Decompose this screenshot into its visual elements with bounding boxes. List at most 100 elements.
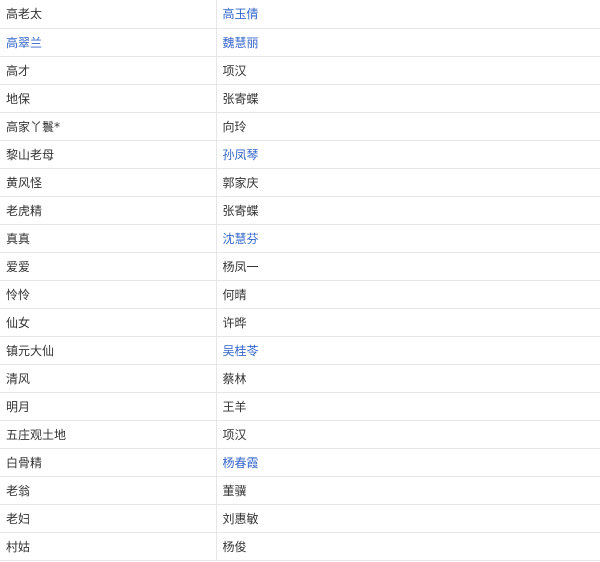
- actor-cell: 项汉: [216, 420, 600, 449]
- role-cell: 清风: [0, 364, 217, 393]
- actor-cell: 项汉: [216, 56, 600, 85]
- actor-name-link[interactable]: 沈慧芬: [223, 232, 259, 246]
- table-row: 白骨精 杨春霞: [0, 448, 600, 477]
- cast-table-body: 高老太 高玉倩 高翠兰 魏慧丽 高才 项汉 地保 张寄蝶 高家丫鬟* 向玲 黎山老母 孙凤琴 黄风怪 郭家…: [0, 0, 600, 561]
- actor-name: 许晔: [222, 315, 247, 330]
- role-name: 老妇: [6, 511, 31, 526]
- actor-name-link[interactable]: 高玉倩: [223, 7, 259, 21]
- role-cell: 爱爱: [0, 252, 217, 281]
- table-row: 老妇 刘惠敏: [0, 504, 600, 533]
- table-row: 高家丫鬟* 向玲: [0, 112, 600, 141]
- table-row: 清风 蔡林: [0, 364, 600, 393]
- role-name: 村姑: [6, 539, 31, 554]
- role-cell: 五庄观土地: [0, 420, 217, 449]
- role-cell: 村姑: [0, 532, 217, 561]
- role-name: 五庄观土地: [6, 427, 67, 442]
- actor-cell: 蔡林: [216, 364, 600, 393]
- table-row: 真真 沈慧芬: [0, 224, 600, 253]
- role-name: 清风: [6, 371, 31, 386]
- table-row: 爱爱 杨凤一: [0, 252, 600, 281]
- actor-name: 张寄蝶: [222, 203, 259, 218]
- table-row: 五庄观土地 项汉: [0, 420, 600, 449]
- role-name: 地保: [6, 91, 31, 106]
- actor-name: 郭家庆: [222, 175, 259, 190]
- actor-cell: 王羊: [216, 392, 600, 421]
- actor-cell: 杨春霞: [216, 448, 600, 477]
- role-name: 黎山老母: [6, 147, 55, 162]
- actor-name: 何晴: [222, 287, 247, 302]
- table-row: 高翠兰 魏慧丽: [0, 28, 600, 57]
- actor-cell: 沈慧芬: [216, 224, 600, 253]
- role-cell: 白骨精: [0, 448, 217, 477]
- table-row: 镇元大仙 吴桂苓: [0, 336, 600, 365]
- table-row: 村姑 杨俊: [0, 532, 600, 561]
- actor-name: 王羊: [222, 399, 247, 414]
- role-cell: 镇元大仙: [0, 336, 217, 365]
- role-name: 白骨精: [6, 455, 43, 470]
- actor-name-link[interactable]: 杨春霞: [223, 456, 259, 470]
- role-name: 怜怜: [6, 287, 31, 302]
- actor-cell: 吴桂苓: [216, 336, 600, 365]
- table-row: 黄风怪 郭家庆: [0, 168, 600, 197]
- table-row: 仙女 许晔: [0, 308, 600, 337]
- role-cell: 高才: [0, 56, 217, 85]
- role-cell: 老虎精: [0, 196, 217, 225]
- actor-cell: 董骥: [216, 476, 600, 505]
- role-name: 镇元大仙: [6, 343, 55, 358]
- actor-name: 项汉: [222, 63, 247, 78]
- actor-cell: 郭家庆: [216, 168, 600, 197]
- role-name: 高才: [6, 63, 31, 78]
- role-cell: 怜怜: [0, 280, 217, 309]
- table-row: 地保 张寄蝶: [0, 84, 600, 113]
- role-cell: 高老太: [0, 0, 217, 29]
- actor-name: 杨凤一: [222, 259, 259, 274]
- table-row: 高才 项汉: [0, 56, 600, 85]
- role-cell: 老妇: [0, 504, 217, 533]
- actor-cell: 何晴: [216, 280, 600, 309]
- role-name: 黄风怪: [6, 175, 43, 190]
- actor-cell: 向玲: [216, 112, 600, 141]
- table-row: 明月 王羊: [0, 392, 600, 421]
- actor-name-link[interactable]: 魏慧丽: [223, 36, 259, 50]
- actor-name: 项汉: [222, 427, 247, 442]
- role-cell: 地保: [0, 84, 217, 113]
- cast-table: 高老太 高玉倩 高翠兰 魏慧丽 高才 项汉 地保 张寄蝶 高家丫鬟* 向玲 黎山老母 孙凤琴 黄风怪 郭家…: [0, 0, 600, 561]
- actor-name: 张寄蝶: [222, 91, 259, 106]
- actor-cell: 许晔: [216, 308, 600, 337]
- role-name: 明月: [6, 399, 31, 414]
- role-name: 仙女: [6, 315, 31, 330]
- role-name: 老翁: [6, 483, 31, 498]
- actor-name: 董骥: [222, 483, 247, 498]
- table-row: 老虎精 张寄蝶: [0, 196, 600, 225]
- actor-name: 刘惠敏: [222, 511, 259, 526]
- role-cell: 明月: [0, 392, 217, 421]
- role-cell: 黎山老母: [0, 140, 217, 169]
- actor-cell: 孙凤琴: [216, 140, 600, 169]
- role-cell: 高翠兰: [0, 28, 217, 57]
- table-row: 老翁 董骥: [0, 476, 600, 505]
- actor-name-link[interactable]: 吴桂苓: [223, 344, 259, 358]
- actor-cell: 张寄蝶: [216, 84, 600, 113]
- role-cell: 高家丫鬟*: [0, 112, 217, 141]
- role-name: 老虎精: [6, 203, 43, 218]
- actor-cell: 张寄蝶: [216, 196, 600, 225]
- role-cell: 黄风怪: [0, 168, 217, 197]
- role-name: 高家丫鬟*: [6, 119, 61, 134]
- actor-cell: 杨俊: [216, 532, 600, 561]
- actor-name: 蔡林: [222, 371, 247, 386]
- role-name: 高老太: [6, 7, 43, 22]
- role-name: 真真: [6, 231, 31, 246]
- actor-cell: 魏慧丽: [216, 28, 600, 57]
- role-cell: 仙女: [0, 308, 217, 337]
- table-row: 怜怜 何晴: [0, 280, 600, 309]
- role-name: 爱爱: [6, 259, 31, 274]
- table-row: 高老太 高玉倩: [0, 0, 600, 29]
- actor-name: 向玲: [222, 119, 247, 134]
- role-cell: 老翁: [0, 476, 217, 505]
- role-cell: 真真: [0, 224, 217, 253]
- actor-name: 杨俊: [222, 539, 247, 554]
- role-name-link[interactable]: 高翠兰: [6, 36, 42, 50]
- actor-name-link[interactable]: 孙凤琴: [223, 148, 259, 162]
- actor-cell: 高玉倩: [216, 0, 600, 29]
- actor-cell: 杨凤一: [216, 252, 600, 281]
